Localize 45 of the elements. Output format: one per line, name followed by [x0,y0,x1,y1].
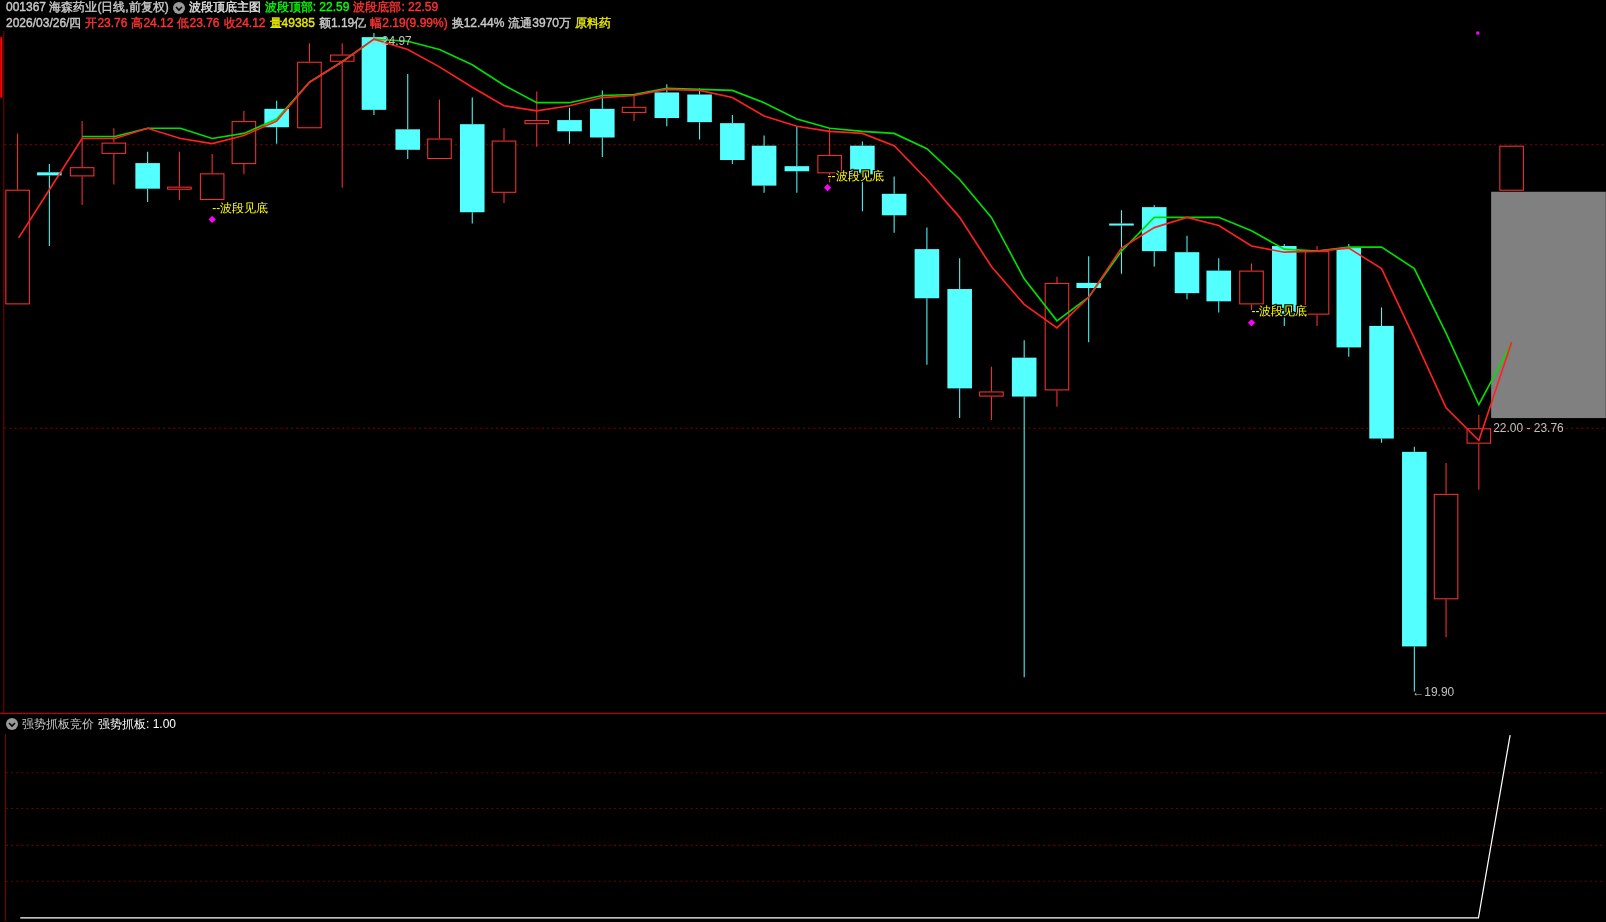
quote-value: 收24.12 [223,15,266,31]
indicator-value: 强势抓板: 1.00 [98,716,177,733]
candlestick [784,125,810,194]
price-label: ←24.97 [369,34,412,49]
indicator-name: 强势抓板竞价 [22,716,94,733]
quote-value: 量49385 [269,15,315,31]
quote-value: 额1.19亿 [318,15,367,31]
signal-label: --波段见底 [212,201,269,216]
quote-value: 换12.44% [451,15,505,31]
collapse-icon[interactable] [172,1,185,14]
quote-value: 高24.12 [131,15,174,31]
quote-value: 低23.76 [177,15,220,31]
candlestick [979,366,1004,421]
candlestick [167,151,192,201]
quote-value: 原料药 [575,15,612,31]
candlestick [621,95,647,122]
quote-value: 幅2.19(9.99%) [370,15,448,31]
candlestick [1174,235,1200,300]
candlestick [264,100,289,145]
candlestick [231,110,257,175]
candlestick [557,107,582,145]
quote-value: 开23.76 [85,15,128,31]
indicator-value: 波段顶部: 22.59 [264,0,350,16]
candlestick [1499,145,1524,192]
indicator-value: 波段底部: 22.59 [353,0,439,16]
indicator-name: 波段顶底主图 [188,0,261,16]
candlestick [427,99,452,160]
candlestick [687,87,712,141]
candlestick [720,114,745,165]
candlestick [101,127,127,186]
candlestick [590,89,615,158]
candlestick [135,151,160,203]
candlestick [524,90,550,148]
price-label: ←19.90 [1412,684,1455,699]
candlestick [199,153,225,201]
quote-date: 2026/03/26/四 [6,15,82,31]
price-label: 22.00 - 23.76 [1493,421,1564,436]
candlestick [1109,209,1134,275]
candlestick [654,83,680,127]
candlestick [1206,257,1232,314]
collapse-icon[interactable] [6,718,18,730]
quote-value: 流通3970万 [508,15,572,31]
candlestick [1141,204,1167,268]
stock-title: 001367 海森药业(日线,前复权) [6,0,169,16]
candlestick [751,134,777,194]
